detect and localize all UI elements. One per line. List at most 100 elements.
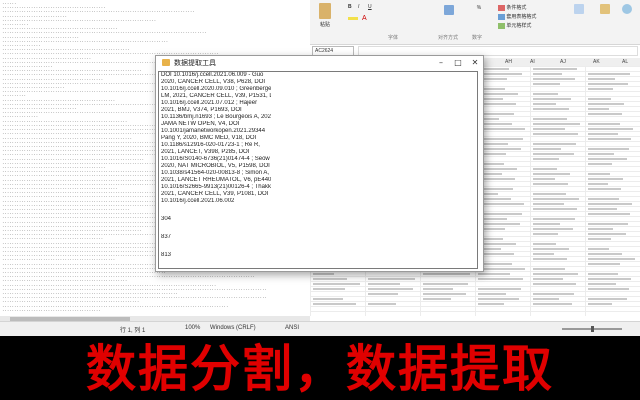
- maximize-button[interactable]: □: [450, 56, 466, 70]
- cell-content[interactable]: [588, 147, 629, 150]
- cell-content[interactable]: [588, 77, 615, 80]
- cell-content[interactable]: [533, 222, 560, 225]
- cell-content[interactable]: [588, 302, 612, 305]
- alignment-button[interactable]: [440, 5, 458, 17]
- cell-content[interactable]: [533, 302, 572, 305]
- fill-color-button[interactable]: [348, 17, 358, 20]
- cell-content[interactable]: [588, 247, 609, 250]
- cell-content[interactable]: [478, 72, 522, 75]
- cell-content[interactable]: [533, 202, 564, 205]
- cell-content[interactable]: [588, 262, 620, 265]
- column-header[interactable]: AJ: [560, 58, 566, 66]
- cell-content[interactable]: [533, 147, 561, 150]
- cell-content[interactable]: [533, 67, 577, 70]
- underline-button[interactable]: U: [368, 4, 372, 10]
- cell-content[interactable]: [588, 132, 618, 135]
- cell-content[interactable]: [533, 192, 566, 195]
- cell-content[interactable]: [478, 287, 521, 290]
- cell-content[interactable]: [588, 152, 614, 155]
- cell-content[interactable]: [588, 162, 612, 165]
- cell-content[interactable]: [533, 117, 567, 120]
- cell-content[interactable]: [588, 177, 623, 180]
- cell-content[interactable]: [588, 157, 627, 160]
- cell-content[interactable]: [533, 177, 555, 180]
- cell-content[interactable]: [423, 272, 470, 275]
- cell-content[interactable]: [533, 227, 573, 230]
- cell-content[interactable]: [478, 272, 510, 275]
- font-color-button[interactable]: A: [362, 15, 367, 22]
- cell-content[interactable]: [478, 222, 520, 225]
- cell-content[interactable]: [588, 282, 616, 285]
- cell-content[interactable]: [368, 282, 400, 285]
- percent-button[interactable]: %: [470, 5, 488, 11]
- italic-button[interactable]: I: [358, 4, 359, 10]
- cell-content[interactable]: [478, 292, 506, 295]
- cell-content[interactable]: [533, 267, 565, 270]
- cell-content[interactable]: [588, 187, 621, 190]
- close-button[interactable]: ✕: [467, 56, 483, 70]
- cell-content[interactable]: [588, 107, 609, 110]
- cell-content[interactable]: [533, 82, 560, 85]
- cell-content[interactable]: [478, 137, 523, 140]
- cell-content[interactable]: [533, 252, 554, 255]
- cell-content[interactable]: [478, 302, 504, 305]
- cell-style-button[interactable]: 单元格样式: [498, 22, 531, 29]
- cell-content[interactable]: [588, 207, 617, 210]
- cell-content[interactable]: [588, 272, 618, 275]
- cell-content[interactable]: [533, 142, 576, 145]
- cell-content[interactable]: [588, 297, 627, 300]
- cell-content[interactable]: [533, 97, 571, 100]
- cell-content[interactable]: [588, 172, 610, 175]
- cell-content[interactable]: [368, 292, 398, 295]
- cell-content[interactable]: [478, 267, 525, 270]
- cell-content[interactable]: [588, 287, 629, 290]
- cell-content[interactable]: [588, 182, 608, 185]
- cell-content[interactable]: [423, 292, 466, 295]
- cell-content[interactable]: [368, 287, 413, 290]
- cell-content[interactable]: [588, 87, 613, 90]
- cell-content[interactable]: [533, 292, 574, 295]
- column-header[interactable]: AL: [622, 58, 628, 66]
- cell-content[interactable]: [588, 97, 611, 100]
- zoom-slider-knob[interactable]: [591, 326, 594, 332]
- cell-content[interactable]: [588, 122, 620, 125]
- cell-content[interactable]: [533, 132, 578, 135]
- cell-content[interactable]: [588, 112, 622, 115]
- cell-content[interactable]: [478, 202, 524, 205]
- cell-content[interactable]: [478, 92, 518, 95]
- dialog-titlebar[interactable]: 数据提取工具 – □ ✕: [156, 56, 483, 70]
- conditional-format-button[interactable]: 条件格式: [498, 4, 526, 11]
- cell-content[interactable]: [368, 277, 415, 280]
- cell-content[interactable]: [588, 137, 631, 140]
- bold-button[interactable]: B: [348, 4, 352, 10]
- cell-content[interactable]: [588, 127, 633, 130]
- cell-content[interactable]: [588, 212, 630, 215]
- cell-content[interactable]: [313, 272, 334, 275]
- cell-content[interactable]: [588, 72, 630, 75]
- cell-content[interactable]: [588, 197, 619, 200]
- cell-content[interactable]: [533, 207, 577, 210]
- cell-content[interactable]: [533, 272, 578, 275]
- cell-content[interactable]: [588, 232, 626, 235]
- cell-content[interactable]: [533, 157, 559, 160]
- cell-content[interactable]: [313, 297, 343, 300]
- cell-content[interactable]: [533, 257, 567, 260]
- cell-content[interactable]: [533, 92, 558, 95]
- column-header[interactable]: AH: [505, 58, 512, 66]
- cell-content[interactable]: [588, 82, 628, 85]
- cell-content[interactable]: [533, 172, 570, 175]
- cell-content[interactable]: [533, 247, 569, 250]
- find-select-button[interactable]: [620, 4, 634, 16]
- cell-content[interactable]: [533, 217, 575, 220]
- cell-content[interactable]: [533, 127, 565, 130]
- insert-cells-button[interactable]: [572, 4, 586, 16]
- paste-button[interactable]: 粘贴: [314, 3, 336, 28]
- cell-content[interactable]: [423, 287, 453, 290]
- cell-content[interactable]: [368, 302, 396, 305]
- result-textarea[interactable]: DOI 10.1016/j.ccell.2021.06.009 - Guo 202…: [158, 71, 478, 269]
- cell-content[interactable]: [313, 277, 347, 280]
- cell-content[interactable]: [588, 237, 611, 240]
- cell-content[interactable]: [313, 302, 356, 305]
- cell-content[interactable]: [533, 197, 579, 200]
- cell-content[interactable]: [478, 147, 521, 150]
